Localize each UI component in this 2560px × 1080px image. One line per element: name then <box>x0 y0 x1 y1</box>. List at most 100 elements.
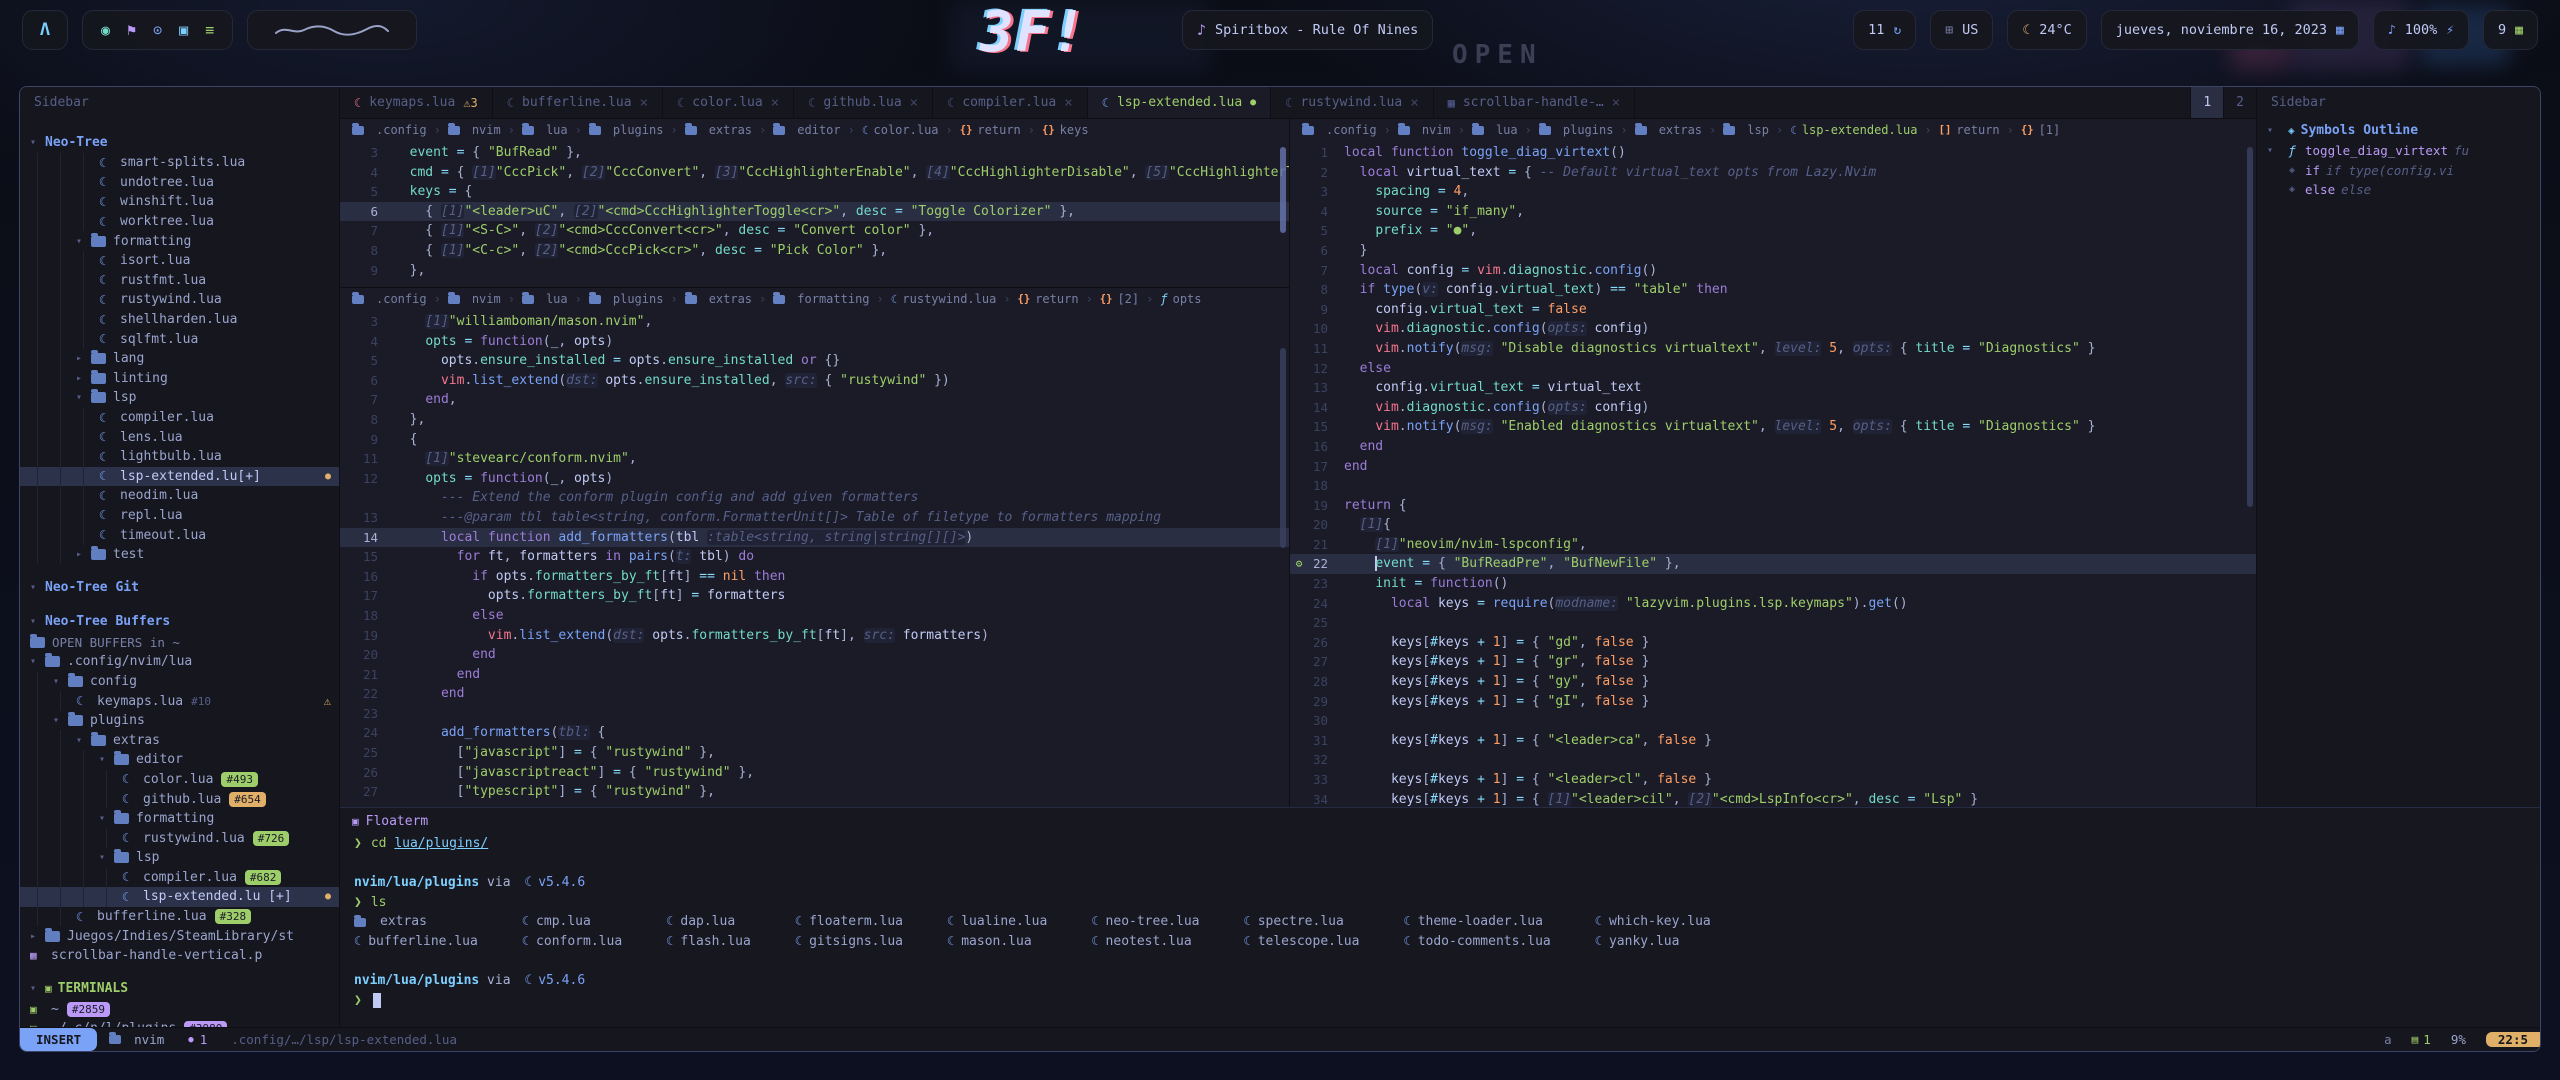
code-rustywind-lua[interactable]: 3 [1]"williamboman/mason.nvim",4 opts = … <box>340 310 1289 807</box>
neotree-panel[interactable]: ▾Neo-Tree☾smart-splits.lua☾undotree.lua☾… <box>20 119 339 1027</box>
close-tab-icon[interactable]: × <box>1064 95 1072 111</box>
tree-item-worktree.lua[interactable]: ☾worktree.lua <box>20 212 339 232</box>
scrollbar-thumb[interactable] <box>2247 147 2253 507</box>
code-line[interactable]: 23 init = function() <box>1290 574 2256 594</box>
code-line[interactable]: 24 add_formatters(tbl: { <box>340 723 1289 743</box>
code-line[interactable]: 19return { <box>1290 496 2256 516</box>
code-line[interactable]: 9 }, <box>340 261 1289 281</box>
code-line[interactable]: 3 [1]"williamboman/mason.nvim", <box>340 312 1289 332</box>
launcher-button[interactable]: Λ <box>22 10 68 50</box>
code-line[interactable]: 8 }, <box>340 410 1289 430</box>
tab-color.lua[interactable]: ☾color.lua× <box>663 87 794 118</box>
tree-item-rustywind.lua[interactable]: ☾rustywind.lua <box>20 290 339 310</box>
code-line[interactable]: 4 opts = function(_, opts) <box>340 332 1289 352</box>
breadcrumb-item-nvim[interactable]: nvim <box>448 123 501 137</box>
tree-item-Juegos/Indies/SteamLibrary/st[interactable]: ▸Juegos/Indies/SteamLibrary/st <box>20 926 339 946</box>
updates-widget[interactable]: 11 ↻ <box>1853 10 1916 50</box>
keyboard-layout-widget[interactable]: ⊞ US <box>1930 10 1993 50</box>
code-line[interactable]: 27 keys[#keys + 1] = { "gr", false } <box>1290 652 2256 672</box>
code-line[interactable]: 18 else <box>340 606 1289 626</box>
code-line[interactable]: 10 vim.diagnostic.config(opts: config) <box>1290 319 2256 339</box>
tabpage-1[interactable]: 1 <box>2190 87 2223 118</box>
tab-lsp-extended.lua[interactable]: ☾lsp-extended.lua● <box>1088 87 1272 118</box>
code-line[interactable]: 7 local config = vim.diagnostic.config() <box>1290 261 2256 281</box>
code-line[interactable]: 20 [1]{ <box>1290 515 2256 535</box>
code-line[interactable]: 8 if type(v: config.virtual_text) == "ta… <box>1290 280 2256 300</box>
close-tab-icon[interactable]: × <box>771 95 779 111</box>
tab-rustywind.lua[interactable]: ☾rustywind.lua× <box>1271 87 1433 118</box>
code-line[interactable]: 27 ["typescript"] = { "rustywind" }, <box>340 782 1289 802</box>
code-line[interactable]: 28 keys[#keys + 1] = { "gy", false } <box>1290 672 2256 692</box>
code-line[interactable]: 5 prefix = "●", <box>1290 221 2256 241</box>
tree-item-compiler.lua[interactable]: ☾compiler.lua#682 <box>20 868 339 888</box>
tree-item-shellharden.lua[interactable]: ☾shellharden.lua <box>20 310 339 330</box>
code-line[interactable]: 14 vim.diagnostic.config(opts: config) <box>1290 398 2256 418</box>
breadcrumb-item-return[interactable]: {}return <box>1018 292 1079 306</box>
editor-pane-lsp-extended-lua[interactable]: .config›nvim›lua›plugins›extras›lsp›☾lsp… <box>1290 119 2256 807</box>
symbols-outline-header[interactable]: ▾ ◈ Symbols Outline <box>2257 119 2540 141</box>
code-line[interactable]: --- Extend the conform plugin config and… <box>340 488 1289 508</box>
tab-compiler.lua[interactable]: ☾compiler.lua× <box>933 87 1088 118</box>
tab-bufferline.lua[interactable]: ☾bufferline.lua× <box>493 87 663 118</box>
code-line[interactable]: 26 keys[#keys + 1] = { "gd", false } <box>1290 633 2256 653</box>
tree-item-OPEN BUFFERS in ~[interactable]: OPEN BUFFERS in ~ <box>20 632 339 652</box>
code-line[interactable]: 25 <box>1290 613 2256 633</box>
code-line[interactable]: 29 keys[#keys + 1] = { "gI", false } <box>1290 692 2256 712</box>
tree-item-extras[interactable]: ▾extras <box>20 730 339 750</box>
scrollbar-thumb[interactable] <box>1280 147 1286 233</box>
code-line[interactable]: 24 local keys = require(modname: "lazyvi… <box>1290 594 2256 614</box>
close-tab-icon[interactable]: × <box>1410 95 1418 111</box>
workspace-widget[interactable]: 9 ▦ <box>2483 10 2538 50</box>
tree-section-neo-tree-git[interactable]: ▾Neo-Tree Git <box>20 576 339 598</box>
floaterm-header[interactable]: ▣ Floaterm <box>340 808 2540 834</box>
code-line[interactable]: 12 opts = function(_, opts) <box>340 469 1289 489</box>
tree-item-rustywind.lua[interactable]: ☾rustywind.lua#726 <box>20 828 339 848</box>
breadcrumb-item-extras[interactable]: extras <box>685 123 752 137</box>
code-line[interactable]: 8 { [1]"<C-c>", [2]"<cmd>CccPick<cr>", d… <box>340 241 1289 261</box>
clipboard-icon[interactable]: ▣ <box>179 21 188 39</box>
tree-item-undotree.lua[interactable]: ☾undotree.lua <box>20 173 339 193</box>
code-line[interactable]: 6 } <box>1290 241 2256 261</box>
tree-item-.config/nvim/lua[interactable]: ▾.config/nvim/lua <box>20 652 339 672</box>
breadcrumb-item-lsp[interactable]: lsp <box>1723 123 1769 137</box>
close-tab-icon[interactable]: × <box>640 95 648 111</box>
volume-widget[interactable]: ♪ 100% ⚡ <box>2373 10 2469 50</box>
breadcrumb-item-.config[interactable]: .config <box>352 292 427 306</box>
code-line[interactable]: 14 local function add_formatters(tbl :ta… <box>340 528 1289 548</box>
code-lsp-extended-lua[interactable]: 1local function toggle_diag_virtext()2 l… <box>1290 141 2256 807</box>
code-line[interactable]: 5 keys = { <box>340 182 1289 202</box>
breadcrumb-item-plugins[interactable]: plugins <box>589 123 664 137</box>
code-line[interactable]: 34 keys[#keys + 1] = { [1]"<leader>cil",… <box>1290 790 2256 807</box>
code-line[interactable]: 15 vim.notify(msg: "Enabled diagnostics … <box>1290 417 2256 437</box>
tree-item-neodim.lua[interactable]: ☾neodim.lua <box>20 486 339 506</box>
editor-pane-rustywind-lua[interactable]: .config›nvim›lua›plugins›extras›formatti… <box>340 287 1289 807</box>
code-line[interactable]: 30 <box>1290 711 2256 731</box>
tree-item-lsp-extended.lu[+][interactable]: ☾lsp-extended.lu[+]● <box>20 467 339 487</box>
tree-item-bufferline.lua[interactable]: ☾bufferline.lua#328 <box>20 907 339 927</box>
breadcrumb-item-keys[interactable]: {}keys <box>1042 123 1089 137</box>
tree-item-scrollbar-handle-vertical.p[interactable]: ▦scrollbar-handle-vertical.p <box>20 946 339 966</box>
code-line[interactable]: 23 <box>340 704 1289 724</box>
tree-item-plugins[interactable]: ▾plugins <box>20 711 339 731</box>
breadcrumb-item-lua[interactable]: lua <box>522 123 568 137</box>
tree-section-terminals[interactable]: ▾▣TERMINALS <box>20 978 339 1000</box>
breadcrumb-item-extras[interactable]: extras <box>1635 123 1702 137</box>
code-line[interactable]: 19 vim.list_extend(dst: opts.formatters_… <box>340 626 1289 646</box>
breadcrumb-item-lua[interactable]: lua <box>1472 123 1518 137</box>
tab-keymaps.lua[interactable]: ☾keymaps.lua⚠3 <box>340 87 493 118</box>
breadcrumb-item-extras[interactable]: extras <box>685 292 752 306</box>
record-icon[interactable]: ⊙ <box>153 21 162 39</box>
breadcrumb-item-rustywind.lua[interactable]: ☾rustywind.lua <box>891 292 997 306</box>
tab-scrollbar-handle-…[interactable]: ▦scrollbar-handle-…× <box>1434 87 1636 118</box>
code-line[interactable]: 32 <box>1290 750 2256 770</box>
code-line[interactable]: 16 end <box>1290 437 2256 457</box>
code-line[interactable]: 3 spacing = 4, <box>1290 182 2256 202</box>
breadcrumb-item-opts[interactable]: ƒopts <box>1160 292 1201 306</box>
tree-item-lang[interactable]: ▸lang <box>20 349 339 369</box>
tree-item-~/.c/n/l/plugins[interactable]: ▣~/.c/n/l/plugins#3980 <box>20 1019 339 1027</box>
tree-item-winshift.lua[interactable]: ☾winshift.lua <box>20 192 339 212</box>
code-line[interactable]: 33 keys[#keys + 1] = { "<leader>cl", fal… <box>1290 770 2256 790</box>
tree-item-lsp[interactable]: ▾lsp <box>20 388 339 408</box>
code-line[interactable]: 6 { [1]"<leader>uC", [2]"<cmd>CccHighlig… <box>340 202 1289 222</box>
code-line[interactable]: 4 source = "if_many", <box>1290 202 2256 222</box>
